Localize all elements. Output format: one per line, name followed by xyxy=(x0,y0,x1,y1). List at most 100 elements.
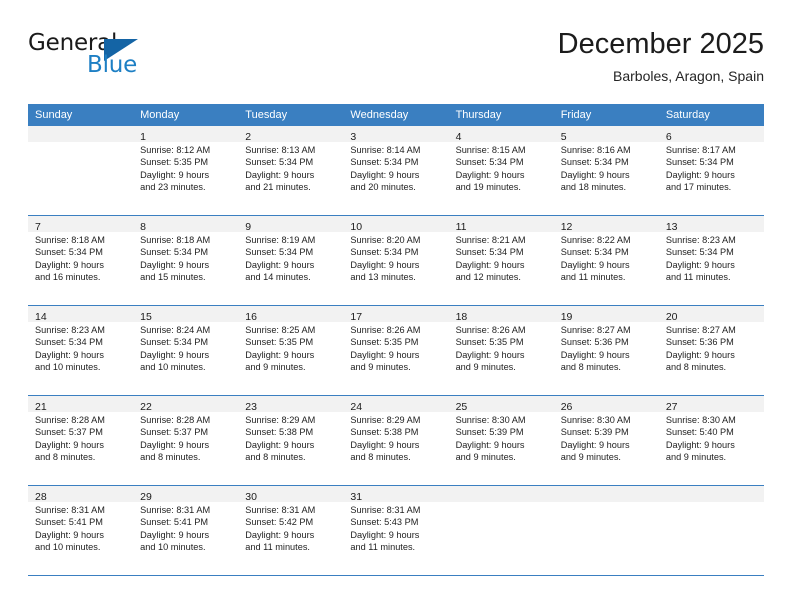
sunset-text: Sunset: 5:42 PM xyxy=(245,517,314,528)
daylight-text-line2: and 10 minutes. xyxy=(35,362,101,373)
sunset-text: Sunset: 5:36 PM xyxy=(560,337,629,348)
calendar-day-cell[interactable]: 30 Sunrise: 8:31 AM Sunset: 5:42 PM Dayligh… xyxy=(238,486,344,576)
day-details: Sunrise: 8:31 AM Sunset: 5:43 PM Daylight:… xyxy=(343,502,448,554)
day-details xyxy=(659,502,764,504)
day-cell-inner: 6 Sunrise: 8:17 AM Sunset: 5:34 PM Daylight… xyxy=(658,126,764,216)
day-number: 12 xyxy=(560,221,573,233)
calendar-day-cell[interactable]: 19 Sunrise: 8:27 AM Sunset: 5:36 PM Dayligh… xyxy=(553,306,659,396)
day-number: 31 xyxy=(350,491,363,503)
day-cell-inner: 18 Sunrise: 8:26 AM Sunset: 5:35 PM Dayligh… xyxy=(448,306,554,396)
calendar-day-cell[interactable]: 10 Sunrise: 8:20 AM Sunset: 5:34 PM Dayligh… xyxy=(343,216,449,306)
calendar-day-cell[interactable]: 18 Sunrise: 8:26 AM Sunset: 5:35 PM Dayligh… xyxy=(448,306,554,396)
day-number: 2 xyxy=(245,131,252,143)
calendar-day-cell[interactable]: 27 Sunrise: 8:30 AM Sunset: 5:40 PM Dayligh… xyxy=(658,396,764,486)
day-number-band: 10 xyxy=(343,216,449,233)
calendar-day-cell[interactable]: 17 Sunrise: 8:26 AM Sunset: 5:35 PM Dayligh… xyxy=(343,306,449,396)
day-cell-inner: 28 Sunrise: 8:31 AM Sunset: 5:41 PM Dayligh… xyxy=(28,486,134,576)
sunrise-text: Sunrise: 8:21 AM xyxy=(455,235,526,245)
daylight-text-line1: Daylight: 9 hours xyxy=(140,259,210,270)
day-cell-inner xyxy=(553,486,659,576)
sunset-text: Sunset: 5:34 PM xyxy=(350,157,419,168)
daylight-text-line1: Daylight: 9 hours xyxy=(455,169,525,180)
calendar-day-cell[interactable]: 9 Sunrise: 8:19 AM Sunset: 5:34 PM Daylight… xyxy=(238,216,344,306)
daylight-text-line2: and 15 minutes. xyxy=(140,272,206,283)
day-cell-inner: 17 Sunrise: 8:26 AM Sunset: 5:35 PM Dayligh… xyxy=(343,306,449,396)
calendar-day-cell[interactable]: 1 Sunrise: 8:12 AM Sunset: 5:35 PM Daylight… xyxy=(133,126,239,216)
calendar-day-cell[interactable]: 11 Sunrise: 8:21 AM Sunset: 5:34 PM Dayligh… xyxy=(448,216,554,306)
calendar-day-cell[interactable]: 8 Sunrise: 8:18 AM Sunset: 5:34 PM Daylight… xyxy=(133,216,239,306)
daylight-text-line2: and 8 minutes. xyxy=(350,452,411,463)
sunset-text: Sunset: 5:34 PM xyxy=(665,157,734,168)
calendar-day-cell[interactable]: 26 Sunrise: 8:30 AM Sunset: 5:39 PM Dayligh… xyxy=(553,396,659,486)
day-cell-inner: 2 Sunrise: 8:13 AM Sunset: 5:34 PM Daylight… xyxy=(238,126,344,216)
day-number: 13 xyxy=(665,221,678,233)
sunset-text: Sunset: 5:37 PM xyxy=(140,427,209,438)
calendar-day-cell[interactable]: 4 Sunrise: 8:15 AM Sunset: 5:34 PM Daylight… xyxy=(448,126,554,216)
day-number: 15 xyxy=(140,311,152,323)
calendar-day-cell[interactable]: 21 Sunrise: 8:28 AM Sunset: 5:37 PM Dayligh… xyxy=(28,396,134,486)
calendar-day-cell[interactable]: 23 Sunrise: 8:29 AM Sunset: 5:38 PM Dayligh… xyxy=(238,396,344,486)
daylight-text-line2: and 10 minutes. xyxy=(140,542,206,553)
calendar-day-cell[interactable]: 20 Sunrise: 8:27 AM Sunset: 5:36 PM Dayligh… xyxy=(658,306,764,396)
daylight-text-line1: Daylight: 9 hours xyxy=(245,349,315,360)
daylight-text-line2: and 20 minutes. xyxy=(350,182,416,193)
calendar-day-cell[interactable]: 3 Sunrise: 8:14 AM Sunset: 5:34 PM Daylight… xyxy=(343,126,449,216)
day-number-band xyxy=(658,486,764,502)
sunrise-text: Sunrise: 8:27 AM xyxy=(665,325,736,335)
day-number-band: 31 xyxy=(343,486,449,503)
calendar-day-cell[interactable]: 25 Sunrise: 8:30 AM Sunset: 5:39 PM Dayligh… xyxy=(448,396,554,486)
day-cell-inner xyxy=(28,126,134,216)
calendar-week-row: 7 Sunrise: 8:18 AM Sunset: 5:34 PM Daylight… xyxy=(28,216,764,306)
day-cell-inner: 14 Sunrise: 8:23 AM Sunset: 5:34 PM Dayligh… xyxy=(28,306,134,396)
daylight-text-line2: and 9 minutes. xyxy=(455,452,516,463)
calendar-day-cell[interactable]: 14 Sunrise: 8:23 AM Sunset: 5:34 PM Dayligh… xyxy=(28,306,134,396)
day-cell-inner: 27 Sunrise: 8:30 AM Sunset: 5:40 PM Dayligh… xyxy=(658,396,764,486)
calendar-day-cell[interactable]: 5 Sunrise: 8:16 AM Sunset: 5:34 PM Daylight… xyxy=(553,126,659,216)
sunrise-text: Sunrise: 8:29 AM xyxy=(350,415,421,425)
calendar-day-cell[interactable]: 13 Sunrise: 8:23 AM Sunset: 5:34 PM Dayligh… xyxy=(658,216,764,306)
calendar-day-cell[interactable]: 7 Sunrise: 8:18 AM Sunset: 5:34 PM Daylight… xyxy=(28,216,134,306)
calendar-day-cell[interactable]: 6 Sunrise: 8:17 AM Sunset: 5:34 PM Daylight… xyxy=(658,126,764,216)
day-cell-inner: 13 Sunrise: 8:23 AM Sunset: 5:34 PM Dayligh… xyxy=(658,216,764,306)
general-blue-logo[interactable]: General Blue xyxy=(28,30,158,86)
sunrise-text: Sunrise: 8:18 AM xyxy=(140,235,211,245)
calendar-day-cell[interactable]: 28 Sunrise: 8:31 AM Sunset: 5:41 PM Dayligh… xyxy=(28,486,134,576)
day-number: 28 xyxy=(35,491,47,503)
daylight-text-line1: Daylight: 9 hours xyxy=(350,169,420,180)
sunset-text: Sunset: 5:34 PM xyxy=(350,247,419,258)
calendar-day-cell[interactable]: 31 Sunrise: 8:31 AM Sunset: 5:43 PM Dayligh… xyxy=(343,486,449,576)
month-calendar: Sunday Monday Tuesday Wednesday Thursday… xyxy=(28,104,764,576)
calendar-day-cell[interactable]: 22 Sunrise: 8:28 AM Sunset: 5:37 PM Dayligh… xyxy=(133,396,239,486)
title-block: December 2025 Barboles, Aragon, Spain xyxy=(558,26,764,86)
daylight-text-line1: Daylight: 9 hours xyxy=(665,349,735,360)
calendar-day-cell[interactable]: 29 Sunrise: 8:31 AM Sunset: 5:41 PM Dayligh… xyxy=(133,486,239,576)
sunset-text: Sunset: 5:34 PM xyxy=(560,247,629,258)
calendar-day-cell[interactable]: 24 Sunrise: 8:29 AM Sunset: 5:38 PM Dayligh… xyxy=(343,396,449,486)
calendar-day-cell[interactable]: 2 Sunrise: 8:13 AM Sunset: 5:34 PM Daylight… xyxy=(238,126,344,216)
day-details: Sunrise: 8:19 AM Sunset: 5:34 PM Daylight:… xyxy=(238,232,343,284)
calendar-week-row: 14 Sunrise: 8:23 AM Sunset: 5:34 PM Dayligh… xyxy=(28,306,764,396)
daylight-text-line1: Daylight: 9 hours xyxy=(455,349,525,360)
daylight-text-line2: and 10 minutes. xyxy=(35,542,101,553)
day-number: 30 xyxy=(245,491,257,503)
calendar-page: General Blue December 2025 Barboles, Ara… xyxy=(0,0,792,612)
calendar-day-cell[interactable]: 12 Sunrise: 8:22 AM Sunset: 5:34 PM Dayligh… xyxy=(553,216,659,306)
day-number-band: 26 xyxy=(553,396,659,413)
daylight-text-line2: and 12 minutes. xyxy=(455,272,521,283)
sunset-text: Sunset: 5:35 PM xyxy=(245,337,314,348)
day-details: Sunrise: 8:31 AM Sunset: 5:41 PM Daylight:… xyxy=(133,502,238,554)
day-details: Sunrise: 8:26 AM Sunset: 5:35 PM Daylight:… xyxy=(343,322,448,374)
day-details: Sunrise: 8:14 AM Sunset: 5:34 PM Daylight:… xyxy=(343,142,448,194)
day-number: 26 xyxy=(560,401,573,413)
sunset-text: Sunset: 5:34 PM xyxy=(455,247,524,258)
daylight-text-line2: and 14 minutes. xyxy=(245,272,311,283)
day-number: 16 xyxy=(245,311,257,323)
day-number-band: 29 xyxy=(133,486,239,503)
day-number-band: 20 xyxy=(658,306,764,323)
daylight-text-line1: Daylight: 9 hours xyxy=(245,259,315,270)
calendar-day-cell[interactable]: 16 Sunrise: 8:25 AM Sunset: 5:35 PM Dayligh… xyxy=(238,306,344,396)
day-details: Sunrise: 8:27 AM Sunset: 5:36 PM Daylight:… xyxy=(659,322,764,374)
calendar-day-cell[interactable]: 15 Sunrise: 8:24 AM Sunset: 5:34 PM Dayligh… xyxy=(133,306,239,396)
day-number-band: 3 xyxy=(343,126,449,143)
day-details: Sunrise: 8:31 AM Sunset: 5:42 PM Daylight:… xyxy=(238,502,343,554)
